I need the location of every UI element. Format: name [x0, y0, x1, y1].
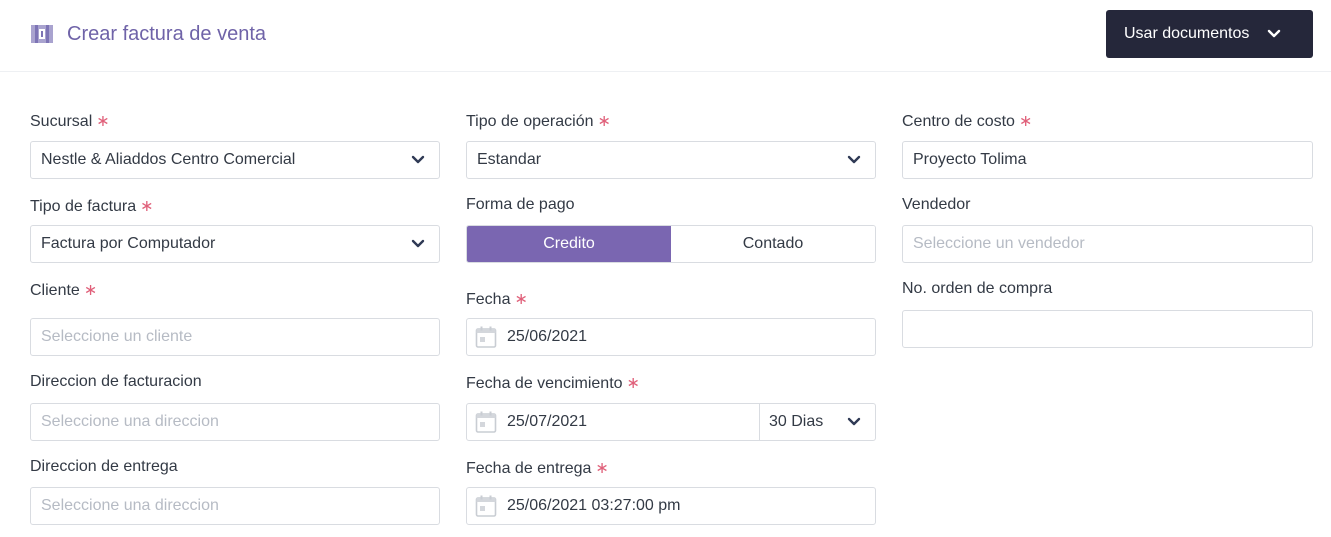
orden-compra-label: No. orden de compra — [902, 280, 1053, 297]
required-mark: ∗ — [597, 113, 611, 130]
fecha-entrega-value: 25/06/2021 03:27:00 pm — [507, 497, 681, 514]
centro-costo-label: Centro de costo ∗ — [902, 113, 1033, 130]
tipo-factura-label: Tipo de factura ∗ — [30, 198, 154, 215]
required-mark: ∗ — [96, 113, 110, 130]
invoice-icon — [31, 25, 53, 43]
direccion-entrega-label: Direccion de entrega — [30, 458, 178, 475]
required-mark: ∗ — [514, 291, 528, 308]
cliente-input[interactable]: Seleccione un cliente — [30, 318, 440, 356]
sucursal-label: Sucursal ∗ — [30, 113, 110, 130]
fecha-vencimiento-value[interactable]: 25/07/2021 — [507, 413, 587, 431]
required-mark: ∗ — [140, 198, 154, 215]
fecha-label: Fecha ∗ — [466, 291, 528, 308]
forma-pago-toggle: Credito Contado — [466, 225, 876, 263]
forma-pago-contado-option[interactable]: Contado — [671, 226, 875, 262]
chevron-down-icon[interactable] — [847, 417, 861, 427]
fecha-vencimiento-group: 25/07/2021 30 Dias — [466, 403, 876, 441]
fecha-input[interactable]: 25/06/2021 — [466, 318, 876, 356]
required-mark: ∗ — [595, 460, 609, 477]
calendar-icon — [475, 326, 497, 348]
sucursal-select[interactable]: Nestle & Aliaddos Centro Comercial — [30, 141, 440, 179]
use-documents-button[interactable]: Usar documentos — [1106, 10, 1313, 58]
vendedor-input[interactable]: Seleccione un vendedor — [902, 225, 1313, 263]
fecha-entrega-input[interactable]: 25/06/2021 03:27:00 pm — [466, 487, 876, 525]
direccion-entrega-input[interactable]: Seleccione una direccion — [30, 487, 440, 525]
tipo-operacion-label: Tipo de operación ∗ — [466, 113, 611, 130]
tipo-factura-value: Factura por Computador — [41, 235, 216, 252]
fecha-entrega-label: Fecha de entrega ∗ — [466, 460, 609, 477]
field-divider — [759, 404, 760, 440]
tipo-factura-select[interactable]: Factura por Computador — [30, 225, 440, 263]
vendedor-placeholder: Seleccione un vendedor — [913, 235, 1085, 252]
page-title: Crear factura de venta — [67, 22, 266, 45]
required-mark: ∗ — [83, 282, 98, 299]
cliente-label: Cliente ∗ — [30, 282, 98, 299]
calendar-icon — [475, 411, 497, 433]
title-area: Crear factura de venta — [30, 22, 266, 46]
direccion-entrega-placeholder: Seleccione una direccion — [41, 497, 219, 514]
fecha-value: 25/06/2021 — [507, 328, 588, 345]
sucursal-value: Nestle & Aliaddos Centro Comercial — [41, 151, 296, 168]
forma-pago-label: Forma de pago — [466, 196, 575, 213]
page-header: Crear factura de venta Usar documentos — [0, 0, 1331, 72]
orden-compra-input[interactable] — [902, 310, 1313, 348]
required-mark: ∗ — [626, 375, 640, 392]
cliente-placeholder: Seleccione un cliente — [41, 328, 193, 345]
plazo-select[interactable]: 30 Dias — [769, 413, 823, 431]
direccion-facturacion-label: Direccion de facturacion — [30, 373, 202, 390]
centro-costo-input[interactable]: Proyecto Tolima — [902, 141, 1313, 179]
vendedor-label: Vendedor — [902, 196, 971, 213]
fecha-vencimiento-label: Fecha de vencimiento ∗ — [466, 375, 640, 392]
calendar-icon — [475, 495, 497, 517]
chevron-down-icon — [411, 239, 425, 248]
chevron-down-icon — [411, 155, 425, 164]
direccion-facturacion-input[interactable]: Seleccione una direccion — [30, 403, 440, 441]
chevron-down-icon — [1268, 29, 1281, 38]
required-mark: ∗ — [1018, 113, 1033, 130]
centro-costo-value: Proyecto Tolima — [913, 151, 1027, 168]
tipo-operacion-select[interactable]: Estandar — [466, 141, 876, 179]
chevron-down-icon — [847, 155, 861, 164]
direccion-facturacion-placeholder: Seleccione una direccion — [41, 413, 219, 430]
forma-pago-credito-option[interactable]: Credito — [467, 226, 671, 262]
use-documents-label: Usar documentos — [1124, 25, 1250, 42]
tipo-operacion-value: Estandar — [477, 151, 542, 168]
